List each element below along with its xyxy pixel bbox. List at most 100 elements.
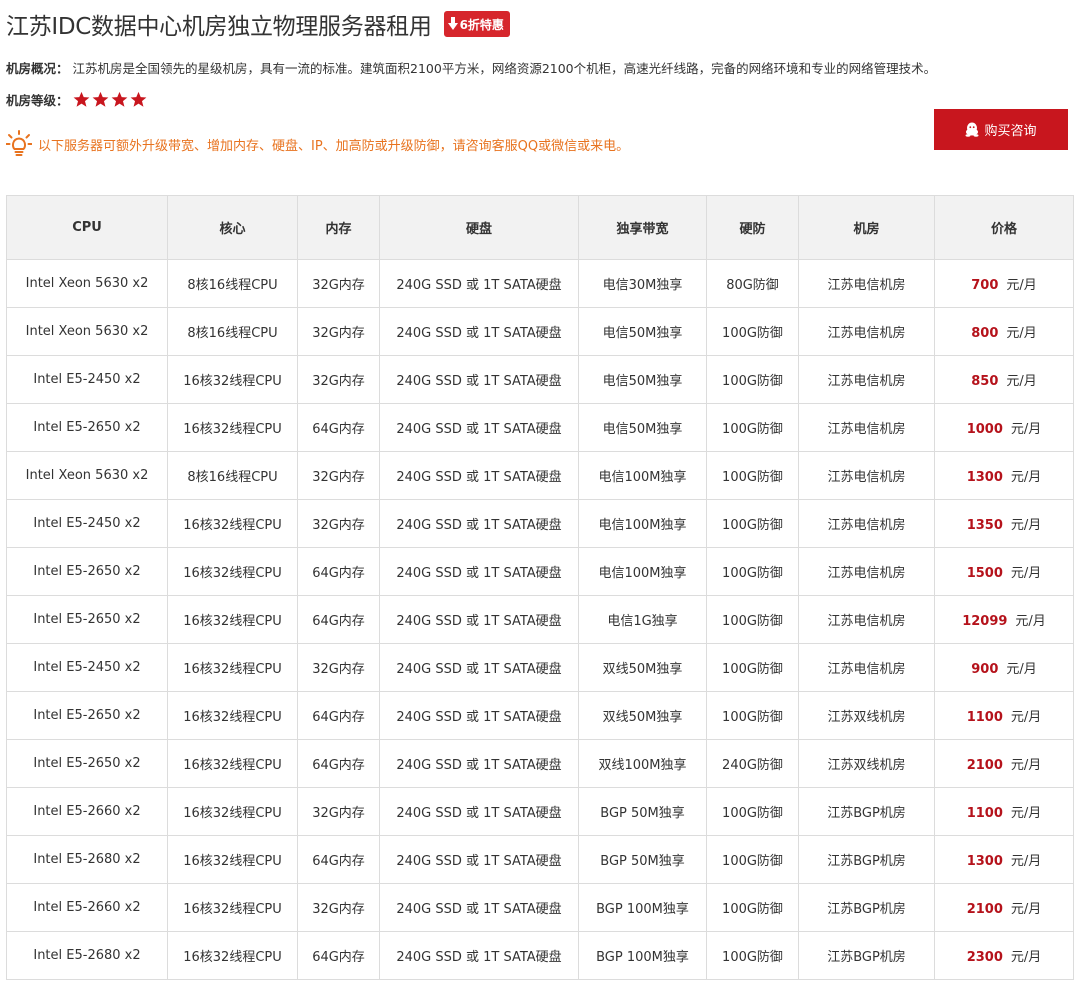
cell-disk: 240G SSD 或 1T SATA硬盘 (379, 499, 579, 548)
cell-price: 1350 元/月 (934, 499, 1074, 548)
overview-row: 机房概况： 江苏机房是全国领先的星级机房，具有一流的标准。建筑面积2100平方米… (6, 58, 936, 77)
price-value: 850 (971, 374, 999, 389)
price-unit: 元/月 (1010, 470, 1042, 485)
cell-price: 1300 元/月 (934, 451, 1074, 500)
cell-mem: 64G内存 (297, 739, 380, 788)
cell-ddos: 100G防御 (706, 787, 799, 836)
cell-price: 2300 元/月 (934, 931, 1074, 980)
header-price: 价格 (934, 195, 1074, 260)
cell-room: 江苏电信机房 (798, 403, 935, 452)
cell-ddos: 100G防御 (706, 547, 799, 596)
table-row: Intel E5-2650 x2 16核32线程CPU 64G内存 240G SSD … (6, 691, 1074, 740)
table-row: Intel E5-2650 x2 16核32线程CPU 64G内存 240G SSD … (6, 403, 1074, 452)
cell-price: 1000 元/月 (934, 403, 1074, 452)
cell-room: 江苏电信机房 (798, 355, 935, 404)
cell-mem: 64G内存 (297, 595, 380, 644)
cell-disk: 240G SSD 或 1T SATA硬盘 (379, 787, 579, 836)
cell-cores: 16核32线程CPU (167, 499, 298, 548)
cell-disk: 240G SSD 或 1T SATA硬盘 (379, 931, 579, 980)
price-unit: 元/月 (1010, 422, 1042, 437)
notice-row: 以下服务器可额外升级带宽、增加内存、硬盘、IP、加高防或升级防御，请咨询客服QQ… (6, 130, 629, 158)
price-unit: 元/月 (1010, 950, 1042, 965)
cell-disk: 240G SSD 或 1T SATA硬盘 (379, 451, 579, 500)
cell-room: 江苏电信机房 (798, 643, 935, 692)
cell-bw: BGP 100M独享 (578, 931, 707, 980)
cell-disk: 240G SSD 或 1T SATA硬盘 (379, 835, 579, 884)
cell-mem: 32G内存 (297, 307, 380, 356)
table-row: Intel E5-2680 x2 16核32线程CPU 64G内存 240G SSD … (6, 835, 1074, 884)
cell-mem: 32G内存 (297, 451, 380, 500)
header-ddos: 硬防 (706, 195, 799, 260)
price-value: 1300 (966, 470, 1003, 485)
star-icon (73, 91, 89, 107)
cell-price: 1100 元/月 (934, 691, 1074, 740)
cell-cpu: Intel E5-2650 x2 (6, 595, 168, 644)
table-row: Intel E5-2660 x2 16核32线程CPU 32G内存 240G SSD … (6, 787, 1074, 836)
table-row: Intel E5-2650 x2 16核32线程CPU 64G内存 240G SSD … (6, 595, 1074, 644)
cell-mem: 64G内存 (297, 547, 380, 596)
price-value: 2300 (966, 950, 1003, 965)
cell-bw: BGP 100M独享 (578, 883, 707, 932)
cell-ddos: 240G防御 (706, 739, 799, 788)
cell-room: 江苏BGP机房 (798, 787, 935, 836)
table-row: Intel E5-2450 x2 16核32线程CPU 32G内存 240G SSD … (6, 643, 1074, 692)
table-row: Intel E5-2450 x2 16核32线程CPU 32G内存 240G SSD … (6, 355, 1074, 404)
cell-cores: 8核16线程CPU (167, 259, 298, 308)
cell-bw: 电信50M独享 (578, 307, 707, 356)
table-row: Intel E5-2650 x2 16核32线程CPU 64G内存 240G SSD … (6, 547, 1074, 596)
cell-bw: BGP 50M独享 (578, 787, 707, 836)
cell-mem: 32G内存 (297, 355, 380, 404)
header-cpu: CPU (6, 195, 168, 260)
cell-ddos: 100G防御 (706, 931, 799, 980)
price-unit: 元/月 (1006, 326, 1037, 341)
cell-price: 12099 元/月 (934, 595, 1074, 644)
cell-room: 江苏BGP机房 (798, 883, 935, 932)
cell-bw: 双线100M独享 (578, 739, 707, 788)
server-table: CPU 核心 内存 硬盘 独享带宽 硬防 机房 价格 Intel Xeon 5630 x2 8核… (6, 195, 1074, 980)
cell-bw: BGP 50M独享 (578, 835, 707, 884)
cell-cores: 16核32线程CPU (167, 787, 298, 836)
price-unit: 元/月 (1010, 854, 1042, 869)
cell-cores: 8核16线程CPU (167, 451, 298, 500)
qq-penguin-icon (965, 122, 979, 137)
cell-disk: 240G SSD 或 1T SATA硬盘 (379, 883, 579, 932)
cell-room: 江苏双线机房 (798, 739, 935, 788)
title-row: 江苏IDC数据中心机房独立物理服务器租用 6折特惠 (6, 6, 510, 42)
cell-cpu: Intel Xeon 5630 x2 (6, 307, 168, 356)
overview-label: 机房概况： (6, 61, 69, 76)
cell-room: 江苏BGP机房 (798, 931, 935, 980)
header-disk: 硬盘 (379, 195, 579, 260)
cell-cpu: Intel E5-2680 x2 (6, 835, 168, 884)
cell-mem: 32G内存 (297, 499, 380, 548)
cell-cores: 16核32线程CPU (167, 739, 298, 788)
cell-mem: 64G内存 (297, 403, 380, 452)
header-room: 机房 (798, 195, 935, 260)
cell-disk: 240G SSD 或 1T SATA硬盘 (379, 739, 579, 788)
cell-mem: 32G内存 (297, 787, 380, 836)
cell-bw: 双线50M独享 (578, 643, 707, 692)
cell-cores: 16核32线程CPU (167, 595, 298, 644)
cell-price: 2100 元/月 (934, 739, 1074, 788)
cell-bw: 电信50M独享 (578, 355, 707, 404)
cell-disk: 240G SSD 或 1T SATA硬盘 (379, 355, 579, 404)
table-row: Intel E5-2450 x2 16核32线程CPU 32G内存 240G SSD … (6, 499, 1074, 548)
cell-room: 江苏电信机房 (798, 259, 935, 308)
cell-cores: 8核16线程CPU (167, 307, 298, 356)
table-row: Intel E5-2650 x2 16核32线程CPU 64G内存 240G SSD … (6, 739, 1074, 788)
cell-bw: 双线50M独享 (578, 691, 707, 740)
price-value: 900 (971, 662, 999, 677)
cell-cpu: Intel E5-2650 x2 (6, 739, 168, 788)
cell-mem: 64G内存 (297, 931, 380, 980)
cell-cpu: Intel E5-2680 x2 (6, 931, 168, 980)
cell-disk: 240G SSD 或 1T SATA硬盘 (379, 307, 579, 356)
cell-cpu: Intel E5-2450 x2 (6, 643, 168, 692)
table-row: Intel Xeon 5630 x2 8核16线程CPU 32G内存 240G SSD… (6, 307, 1074, 356)
price-value: 800 (971, 326, 999, 341)
cell-cores: 16核32线程CPU (167, 643, 298, 692)
cell-bw: 电信1G独享 (578, 595, 707, 644)
cell-ddos: 100G防御 (706, 403, 799, 452)
consult-button[interactable]: 购买咨询 (934, 109, 1068, 150)
price-unit: 元/月 (1010, 518, 1042, 533)
header-memory: 内存 (297, 195, 380, 260)
cell-cpu: Intel E5-2660 x2 (6, 883, 168, 932)
